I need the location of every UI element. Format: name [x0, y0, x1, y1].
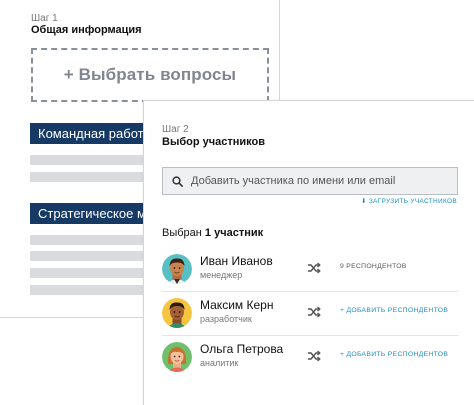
avatar-woman-icon: [162, 342, 192, 372]
add-respondents-link[interactable]: + ДОБАВИТЬ РЕСПОНДЕНТОВ: [340, 351, 448, 358]
selected-count: 1 участник: [204, 227, 264, 239]
placeholder-line: [30, 268, 148, 278]
participant-row: Максим Керн разработчик + ДОБАВИТЬ РЕСПО…: [162, 292, 458, 336]
participant-name: Иван Иванов: [200, 254, 273, 268]
step2-title: Выбор участников: [162, 136, 266, 148]
section-bar-strategic: Стратегическое мышление: [30, 203, 148, 224]
placeholder-line: [30, 172, 148, 182]
participant-role: менеджер: [200, 270, 243, 280]
participant-search[interactable]: [162, 167, 458, 195]
avatar-man-icon: [162, 298, 192, 328]
participant-name: Максим Керн: [200, 298, 274, 312]
participant-name: Ольга Петрова: [200, 342, 284, 356]
step2-panel: Шаг 2 Выбор участников ⬇ ЗАГРУЗИТЬ УЧАСТ…: [143, 100, 474, 405]
participant-row: Ольга Петрова аналитик + ДОБАВИТЬ РЕСПОН…: [162, 336, 458, 380]
add-respondents-link[interactable]: + ДОБАВИТЬ РЕСПОНДЕНТОВ: [340, 307, 448, 314]
placeholder-line: [30, 235, 148, 245]
participant-role: разработчик: [200, 314, 252, 324]
avatar: [162, 298, 192, 328]
search-input[interactable]: [191, 175, 451, 187]
shuffle-icon[interactable]: [307, 261, 321, 275]
participant-row: Иван Иванов менеджер 9 РЕСПОНДЕНТОВ: [162, 248, 458, 292]
choose-questions-button[interactable]: + Выбрать вопросы: [31, 48, 269, 102]
step2-label: Шаг 2: [162, 124, 189, 135]
shuffle-icon[interactable]: [307, 349, 321, 363]
respondents-count: 9 РЕСПОНДЕНТОВ: [340, 263, 407, 270]
search-icon: [172, 175, 183, 187]
shuffle-icon[interactable]: [307, 305, 321, 319]
placeholder-line: [30, 251, 148, 261]
avatar: [162, 254, 192, 284]
choose-questions-label: + Выбрать вопросы: [63, 65, 237, 84]
placeholder-line: [30, 285, 148, 295]
placeholder-line: [30, 155, 148, 165]
participant-role: аналитик: [200, 358, 239, 368]
step1-title: Общая информация: [31, 24, 142, 36]
step1-label: Шаг 1: [31, 13, 58, 24]
avatar: [162, 342, 192, 372]
selected-prefix: Выбран: [162, 227, 202, 239]
upload-participants-link[interactable]: ⬇ ЗАГРУЗИТЬ УЧАСТНИКОВ: [361, 197, 457, 205]
section-bar-teamwork: Командная работа: [30, 123, 148, 144]
avatar-man-icon: [162, 254, 192, 284]
selected-count-text: Выбран 1 участник: [162, 227, 263, 239]
